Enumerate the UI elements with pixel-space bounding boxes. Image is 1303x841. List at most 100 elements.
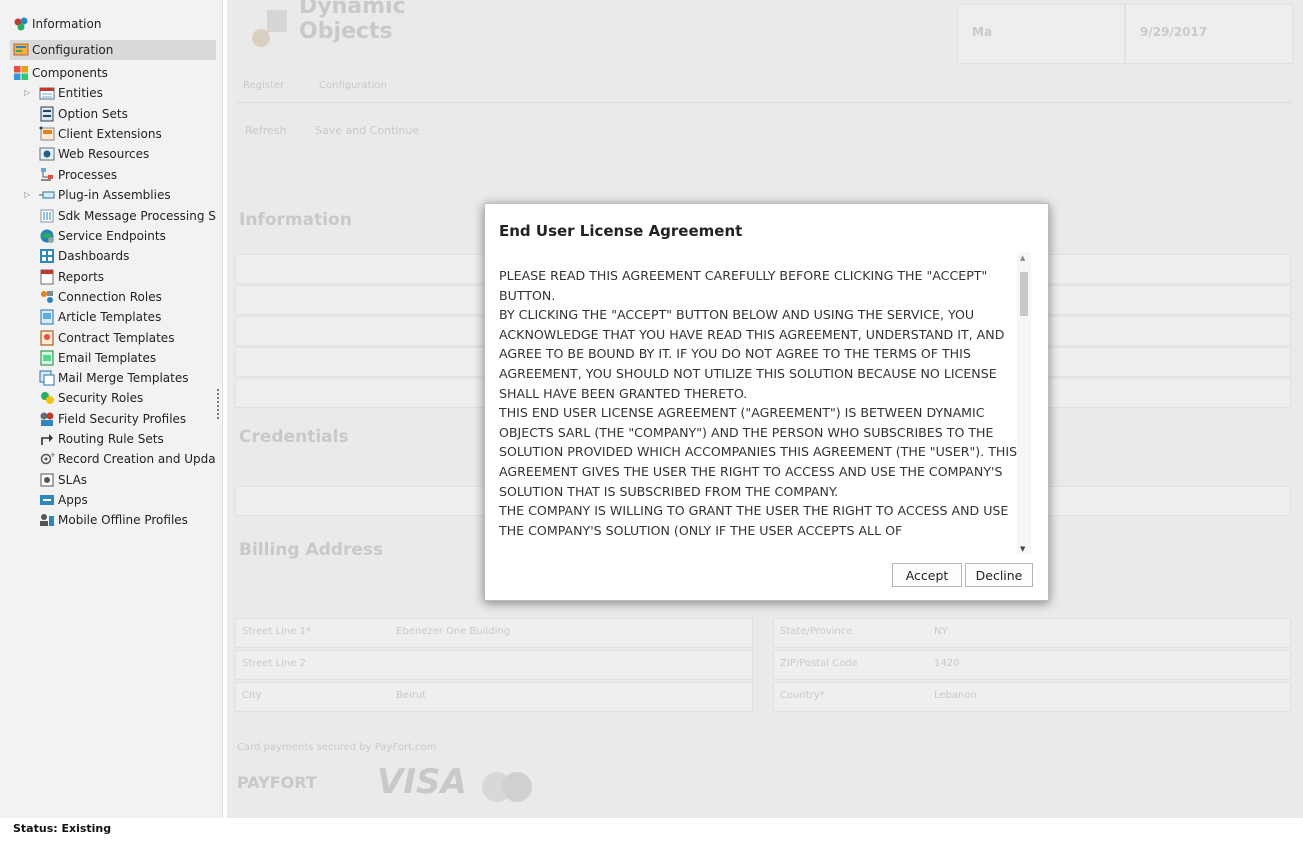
components-icon [13,65,29,81]
sidebar-item-email-templates[interactable]: Email Templates [0,348,216,368]
sidebar-item-plugin-assemblies[interactable]: Plug-in Assemblies [0,185,216,205]
header-value-1: Ma [972,25,993,39]
record-creation-icon: + [39,451,56,467]
visa-logo: VISA [377,762,467,802]
record-title-line1: Dynamic [299,0,406,19]
sidebar-item-label: Information [32,17,102,31]
street1-field: Street Line 1* Ebenezer One Building [235,618,753,648]
sidebar-item-routing-rule-sets[interactable]: Routing Rule Sets [0,429,216,449]
sidebar-item-slas[interactable]: SLAs [0,470,216,490]
tab-configuration[interactable]: Configuration [319,80,387,91]
email-templates-icon [39,350,55,366]
save-continue-button[interactable]: Save and Continue [315,124,419,137]
country-field: Country* Lebanon [773,682,1291,712]
dashboards-icon [39,248,55,264]
configuration-icon [13,42,29,58]
payfort-logo: PAYFORT [237,773,317,792]
header-value-2: 9/29/2017 [1140,25,1208,39]
sidebar-item-sdk-message-processing[interactable]: Sdk Message Processing St... [0,206,216,226]
sidebar-item-security-roles[interactable]: Security Roles [0,388,216,408]
sidebar-item-label: Sdk Message Processing St... [58,209,216,223]
scroll-up-arrow-icon[interactable]: ▲ [1020,254,1025,262]
sidebar-item-components[interactable]: Components [0,63,216,83]
sidebar-item-connection-roles[interactable]: Connection Roles [0,287,216,307]
sidebar-item-mobile-offline-profiles[interactable]: Mobile Offline Profiles [0,510,216,530]
sidebar-item-label: Reports [58,270,105,284]
decline-button[interactable]: Decline [965,563,1033,587]
street2-label: Street Line 2 [242,658,306,669]
sidebar-item-label: Client Extensions [58,127,162,141]
sidebar-item-label: Processes [58,168,118,182]
sidebar-item-option-sets[interactable]: Option Sets [0,104,216,124]
svg-text:+: + [50,451,55,459]
sidebar-item-article-templates[interactable]: Article Templates [0,307,216,327]
record-title-line2: Objects [299,19,393,44]
sidebar-item-label: Routing Rule Sets [58,432,164,446]
sidebar-splitter[interactable] [217,389,221,419]
mastercard-logo [482,772,532,802]
entities-icon [39,85,55,101]
sidebar-item-entities[interactable]: Entities [0,83,216,103]
sidebar-item-label: Plug-in Assemblies [58,188,171,202]
option-sets-icon [39,106,55,122]
contract-templates-icon [39,330,55,346]
street1-label: Street Line 1* [242,626,311,637]
logo-icon [249,8,289,48]
tab-register[interactable]: Register [243,80,284,91]
sidebar-item-service-endpoints[interactable]: Service Endpoints [0,226,216,246]
sidebar-item-client-extensions[interactable]: Client Extensions [0,124,216,144]
eula-text-area[interactable]: PLEASE READ THIS AGREEMENT CAREFULLY BEF… [499,252,1031,555]
city-field: City Beirut [235,682,753,712]
client-extensions-icon [39,126,55,142]
dialog-title: End User License Agreement [499,222,743,240]
state-field: State/Province NY [773,618,1291,648]
eula-scrollbar[interactable]: ▲ ▼ [1017,252,1031,555]
section-billing: Billing Address [239,540,384,560]
sidebar-item-web-resources[interactable]: Web Resources [0,144,216,164]
connection-roles-icon [39,289,55,305]
sidebar-nav: Information Configuration Components ▷ E… [0,0,223,818]
sidebar-item-contract-templates[interactable]: Contract Templates [0,328,216,348]
header-field-2: 9/29/2017 [1125,4,1293,64]
field-security-icon [39,411,55,427]
eula-text: PLEASE READ THIS AGREEMENT CAREFULLY BEF… [499,268,1018,538]
sidebar-item-record-creation[interactable]: + Record Creation and Upda... [0,449,216,469]
payment-note: Card payments secured by PayFort.com [237,742,437,753]
sidebar-item-label: Dashboards [58,249,130,263]
sidebar-item-information[interactable]: Information [0,14,216,34]
sidebar-item-label: Security Roles [58,391,144,405]
sidebar-item-label: Option Sets [58,107,128,121]
sidebar-item-configuration[interactable]: Configuration [10,40,216,60]
form-tabs: Register Configuration [237,70,1293,103]
information-icon [13,16,29,32]
sidebar-item-field-security-profiles[interactable]: Field Security Profiles [0,409,216,429]
sidebar-item-apps[interactable]: Apps [0,490,216,510]
processes-icon [39,167,55,183]
routing-rule-icon [39,431,55,447]
sidebar-item-mail-merge-templates[interactable]: Mail Merge Templates [0,368,216,388]
zip-field: ZIP/Postal Code 1420 [773,650,1291,680]
zip-value: 1420 [934,658,960,669]
web-resources-icon [39,146,55,162]
sidebar-item-label: Mail Merge Templates [58,371,189,385]
sidebar-item-label: Entities [58,86,103,100]
city-value: Beirut [396,690,427,701]
street2-field: Street Line 2 [235,650,753,680]
scrollbar-thumb[interactable] [1020,272,1028,316]
section-credentials: Credentials [239,427,349,447]
header-field-1: Ma [957,4,1125,64]
country-value: Lebanon [934,690,977,701]
security-roles-icon [39,390,55,406]
refresh-button[interactable]: Refresh [245,124,287,137]
accept-button[interactable]: Accept [892,563,962,587]
sidebar-item-reports[interactable]: Reports [0,267,216,287]
state-label: State/Province [780,626,853,637]
scroll-down-arrow-icon[interactable]: ▼ [1020,545,1025,553]
sidebar-item-dashboards[interactable]: Dashboards [0,246,216,266]
sidebar-item-label: Configuration [32,43,114,57]
sidebar-item-label: Contract Templates [58,331,175,345]
sidebar-item-label: Apps [58,493,88,507]
sidebar-item-label: Record Creation and Upda... [58,452,216,466]
sidebar-item-processes[interactable]: Processes [0,165,216,185]
sdk-message-icon [39,208,55,224]
